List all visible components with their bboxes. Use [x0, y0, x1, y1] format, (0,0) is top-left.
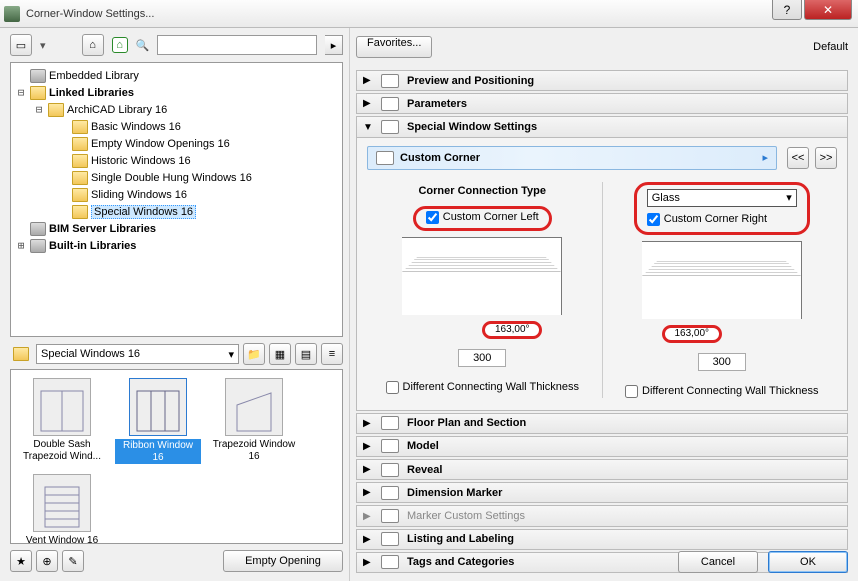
store-icon[interactable]: ⊕ [36, 550, 58, 572]
tree-bim[interactable]: BIM Server Libraries [49, 223, 156, 235]
folder-selector[interactable]: Special Windows 16▾ [36, 344, 239, 364]
home-icon[interactable]: ⌂ [82, 34, 104, 56]
window-title: Corner-Window Settings... [26, 8, 154, 20]
custom-corner-left-group: Custom Corner Left [413, 206, 552, 231]
corner-type-label: Corner Connection Type [418, 182, 546, 200]
section-dimension[interactable]: ▶Dimension Marker [356, 482, 848, 503]
section-listing[interactable]: ▶Listing and Labeling [356, 529, 848, 550]
thumb-item-selected[interactable]: Ribbon Window 16 [115, 378, 201, 464]
tree-lib[interactable]: ArchiCAD Library 16 [67, 104, 167, 116]
empty-opening-button[interactable]: Empty Opening [223, 550, 343, 572]
section-model[interactable]: ▶Model [356, 436, 848, 457]
custom-corner-left-checkbox[interactable]: Custom Corner Left [426, 211, 539, 224]
section-special[interactable]: ▼Special Window Settings [356, 116, 848, 137]
tree-item-selected[interactable]: Special Windows 16 [91, 205, 196, 219]
custom-corner-right-checkbox[interactable]: Custom Corner Right [647, 213, 767, 226]
view-small-icon[interactable]: ▤ [295, 343, 317, 365]
thumb-item[interactable]: Vent Window 16 [19, 474, 105, 544]
tree-item[interactable]: Sliding Windows 16 [91, 189, 187, 201]
section-floorplan[interactable]: ▶Floor Plan and Section [356, 413, 848, 434]
section-preview[interactable]: ▶Preview and Positioning [356, 70, 848, 91]
special-settings-body: Custom Corner ▸ << >> Corner Connection … [356, 138, 848, 411]
left-preview [402, 237, 562, 315]
search-input[interactable] [157, 35, 317, 55]
up-folder-button[interactable]: 📁 [243, 343, 265, 365]
titlebar: Corner-Window Settings... ? ✕ [0, 0, 858, 28]
tree-item[interactable]: Historic Windows 16 [91, 155, 191, 167]
right-preview [642, 241, 802, 319]
custom-corner-bar[interactable]: Custom Corner ▸ [367, 146, 777, 170]
thumbnail-grid: Double Sash Trapezoid Wind... Ribbon Win… [10, 369, 343, 544]
right-dim-input[interactable]: 300 [698, 353, 746, 371]
default-label: Default [813, 41, 848, 53]
left-thickness-checkbox[interactable]: Different Connecting Wall Thickness [386, 381, 580, 394]
cancel-button[interactable]: Cancel [678, 551, 758, 573]
search-icon: 🔍 [136, 39, 150, 52]
next-button[interactable]: >> [815, 147, 837, 169]
tree-item[interactable]: Empty Window Openings 16 [91, 138, 230, 150]
prev-button[interactable]: << [787, 147, 809, 169]
section-marker: ▶Marker Custom Settings [356, 505, 848, 526]
app-icon [4, 6, 20, 22]
section-reveal[interactable]: ▶Reveal [356, 459, 848, 480]
glass-selector[interactable]: Glass▾ [647, 189, 797, 207]
library-toolbar: ▭ ▾ ⌂ ⌂ 🔍 ▸ [10, 34, 343, 56]
search-dropdown[interactable]: ▸ [325, 35, 343, 55]
help-button[interactable]: ? [772, 0, 802, 20]
ok-button[interactable]: OK [768, 551, 848, 573]
home-alt-icon[interactable]: ⌂ [112, 37, 128, 53]
custom-corner-right-group: Glass▾ Custom Corner Right [634, 182, 810, 235]
tree-builtin[interactable]: Built-in Libraries [49, 240, 136, 252]
favorites-button[interactable]: Favorites... [356, 36, 432, 58]
right-thickness-checkbox[interactable]: Different Connecting Wall Thickness [625, 385, 819, 398]
tree-item[interactable]: Single Double Hung Windows 16 [91, 172, 252, 184]
view-large-icon[interactable]: ▦ [269, 343, 291, 365]
corner-icon [376, 151, 394, 165]
tree-embedded[interactable]: Embedded Library [49, 70, 139, 82]
tree-linked[interactable]: Linked Libraries [49, 87, 134, 99]
thumb-item[interactable]: Trapezoid Window 16 [211, 378, 297, 464]
close-button[interactable]: ✕ [804, 0, 852, 20]
left-angle-input[interactable]: 163,00° [482, 321, 542, 339]
library-tree[interactable]: Embedded Library ⊟Linked Libraries ⊟Arch… [10, 62, 343, 337]
corner-left-column: Corner Connection Type Custom Corner Lef… [367, 182, 598, 398]
edit-icon[interactable]: ✎ [62, 550, 84, 572]
right-angle-input[interactable]: 163,00° [662, 325, 722, 343]
view-list-icon[interactable]: ≡ [321, 343, 343, 365]
favorite-icon[interactable]: ★ [10, 550, 32, 572]
section-parameters[interactable]: ▶Parameters [356, 93, 848, 114]
left-dim-input[interactable]: 300 [458, 349, 506, 367]
left-panel: ▭ ▾ ⌂ ⌂ 🔍 ▸ Embedded Library ⊟Linked Lib… [0, 28, 350, 581]
thumb-item[interactable]: Double Sash Trapezoid Wind... [19, 378, 105, 464]
tree-item[interactable]: Basic Windows 16 [91, 121, 181, 133]
folder-icon [13, 347, 29, 361]
right-panel: Favorites... Default ▶Preview and Positi… [350, 28, 858, 581]
corner-right-column: Glass▾ Custom Corner Right 163,00° 300 D… [607, 182, 838, 398]
plan-view-icon[interactable]: ▭ [10, 34, 32, 56]
